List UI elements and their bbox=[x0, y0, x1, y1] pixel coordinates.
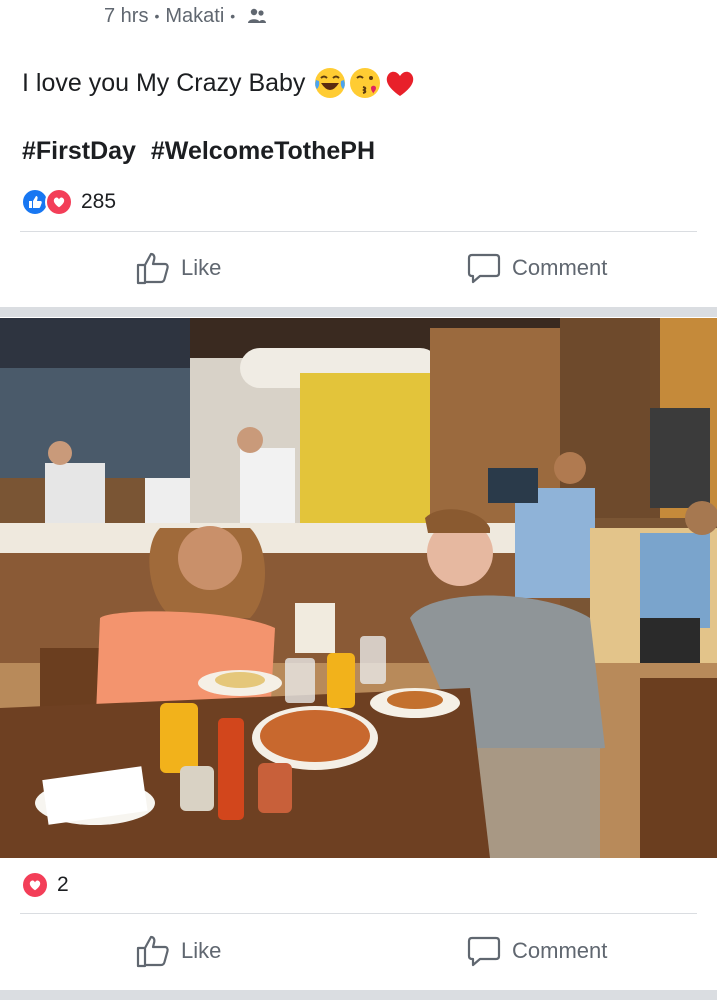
comment-label: Comment bbox=[512, 938, 608, 963]
divider bbox=[20, 231, 697, 232]
comment-button[interactable]: Comment bbox=[466, 250, 607, 286]
post-meta: 7 hrs • Makati • bbox=[104, 3, 267, 29]
crying-laughing-emoji bbox=[315, 68, 346, 98]
post-caption: I love you My Crazy Baby bbox=[22, 66, 418, 100]
post-hashtags: #FirstDay #WelcomeTothePH bbox=[22, 137, 383, 166]
meta-separator: • bbox=[230, 8, 236, 24]
hashtag-link[interactable]: #WelcomeTothePH bbox=[151, 137, 375, 165]
post-time[interactable]: 7 hrs bbox=[104, 5, 148, 28]
kiss-emoji bbox=[350, 68, 381, 98]
like-label: Like bbox=[181, 938, 222, 963]
post-separator bbox=[0, 990, 717, 1000]
comment-label: Comment bbox=[512, 255, 608, 280]
post-separator bbox=[0, 307, 717, 317]
reaction-summary[interactable]: 2 bbox=[21, 871, 69, 899]
caption-text: I love you My Crazy Baby bbox=[22, 68, 306, 97]
meta-separator: • bbox=[154, 8, 160, 24]
restaurant-photo bbox=[0, 318, 717, 858]
thumbs-up-icon bbox=[136, 252, 169, 285]
comment-icon bbox=[467, 936, 501, 967]
post-photo[interactable] bbox=[0, 318, 717, 858]
hashtag-link[interactable]: #FirstDay bbox=[22, 137, 136, 165]
like-button[interactable]: Like bbox=[135, 250, 221, 286]
red-heart-emoji bbox=[387, 71, 414, 96]
reaction-count: 285 bbox=[81, 190, 117, 213]
comment-icon bbox=[467, 253, 501, 284]
like-label: Like bbox=[181, 255, 222, 280]
thumbs-up-icon bbox=[136, 935, 169, 968]
like-button[interactable]: Like bbox=[135, 933, 221, 969]
comment-button[interactable]: Comment bbox=[466, 933, 607, 969]
reaction-summary[interactable]: 285 bbox=[21, 188, 116, 216]
love-reaction-icon bbox=[45, 188, 73, 216]
friends-icon[interactable] bbox=[247, 6, 267, 26]
reaction-count: 2 bbox=[57, 873, 69, 896]
divider bbox=[20, 913, 697, 914]
caption-emojis bbox=[313, 66, 418, 100]
post-location[interactable]: Makati bbox=[165, 5, 224, 28]
love-reaction-icon bbox=[21, 871, 49, 899]
